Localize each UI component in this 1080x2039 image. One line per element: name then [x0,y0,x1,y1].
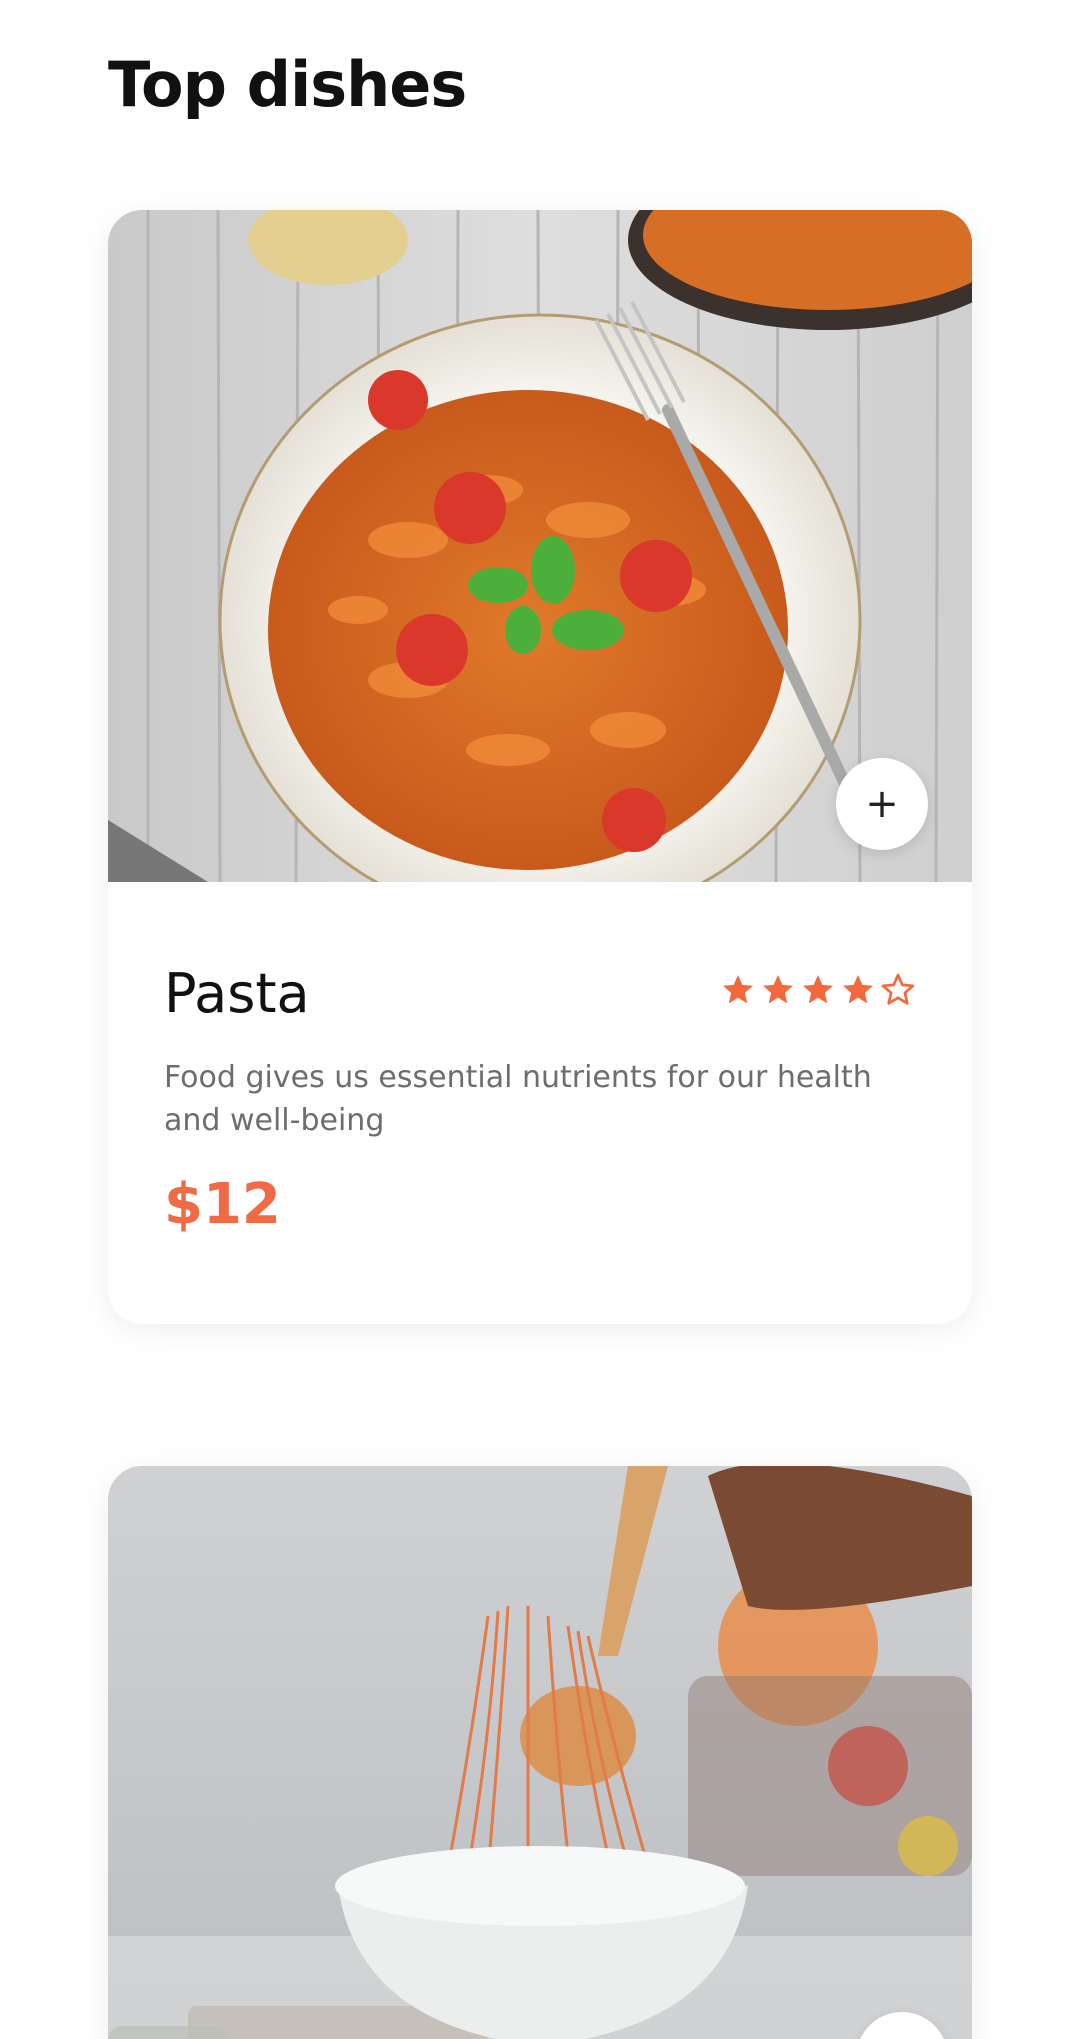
dish-rating [720,972,916,1008]
section-title: Top dishes [108,48,467,121]
dish-description: Food gives us essential nutrients for ou… [164,1060,872,1138]
dish-name: Pasta [164,962,310,1025]
dish-price: $12 [164,1172,281,1237]
star-filled-icon [723,975,753,1004]
add-to-cart-button[interactable]: + [836,758,928,850]
star-filled-icon [763,975,793,1004]
dish-image [108,1466,972,2039]
dish-card[interactable]: + Pasta Food gives us essential nutrient… [108,210,972,1324]
dish-card[interactable]: + [108,1466,972,2039]
star-filled-icon [803,975,833,1004]
star-outline-icon [881,973,915,1005]
plus-icon: + [865,781,899,827]
star-filled-icon [843,975,873,1004]
